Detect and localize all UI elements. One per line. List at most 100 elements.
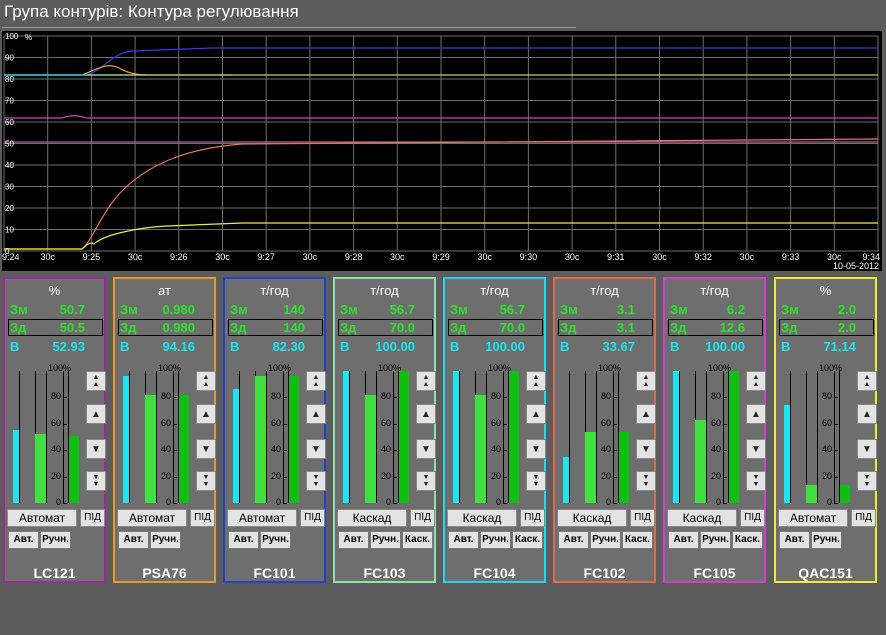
step-up-button[interactable]: ▲ — [306, 404, 326, 424]
mode-button[interactable]: Автомат — [117, 509, 187, 527]
setpoint-input[interactable]: Зд 3.1 — [558, 319, 653, 336]
auto-button[interactable]: Авт. — [118, 531, 149, 549]
step-up-fast-button[interactable]: ▲ ▲ — [746, 371, 766, 391]
scale-tick — [503, 476, 507, 478]
pid-button[interactable]: ПІД — [851, 509, 876, 527]
step-up-fast-button[interactable]: ▲ ▲ — [416, 371, 436, 391]
step-up-button[interactable]: ▲ — [86, 404, 106, 424]
step-up-fast-button[interactable]: ▲ ▲ — [306, 371, 326, 391]
step-down-fast-button[interactable]: ▼ ▼ — [416, 471, 436, 491]
scale-tick — [173, 503, 177, 504]
auto-button[interactable]: Авт. — [338, 531, 369, 549]
mode-button[interactable]: Каскад — [667, 509, 737, 527]
double-down-icon: ▼ ▼ — [532, 474, 540, 488]
v-label: В — [781, 339, 791, 354]
auto-button[interactable]: Авт. — [668, 531, 699, 549]
scale-tick-label: 80 — [50, 391, 61, 402]
auto-button[interactable]: Авт. — [8, 531, 39, 549]
scale-tick-label: 0 — [385, 497, 391, 507]
manual-button[interactable]: Ручн. — [480, 531, 511, 549]
units-label: т/год — [370, 283, 399, 298]
mode-button[interactable]: Автомат — [7, 509, 77, 527]
mode-button[interactable]: Каскад — [557, 509, 627, 527]
x-tick-label: 30с — [565, 252, 580, 262]
double-down-icon: ▼ ▼ — [202, 474, 210, 488]
step-up-fast-button[interactable]: ▲ ▲ — [857, 371, 877, 391]
auto-button[interactable]: Авт. — [228, 531, 259, 549]
mode-button[interactable]: Каскад — [337, 509, 407, 527]
step-down-fast-button[interactable]: ▼ ▼ — [636, 471, 656, 491]
cascade-button[interactable]: Каск. — [402, 531, 433, 549]
manual-button[interactable]: Ручн. — [260, 531, 291, 549]
scale-tick-label: 60 — [710, 417, 721, 428]
scale-tick — [834, 423, 838, 425]
setpoint-input[interactable]: Зд 70.0 — [338, 319, 433, 336]
zm-value: 0.980 — [162, 302, 195, 317]
step-up-fast-button[interactable]: ▲ ▲ — [86, 371, 106, 391]
scale-tick-label: 40 — [160, 444, 171, 455]
step-down-fast-button[interactable]: ▼ ▼ — [86, 471, 106, 491]
step-up-button[interactable]: ▲ — [746, 404, 766, 424]
step-down-button[interactable]: ▼ — [416, 439, 436, 459]
step-down-fast-button[interactable]: ▼ ▼ — [746, 471, 766, 491]
pid-button[interactable]: ПІД — [300, 509, 325, 527]
step-down-button[interactable]: ▼ — [306, 439, 326, 459]
step-down-button[interactable]: ▼ — [196, 439, 216, 459]
scale-tick-label: 60 — [821, 417, 832, 428]
auto-button[interactable]: Авт. — [779, 531, 810, 549]
x-tick-label: 9:30 — [520, 252, 538, 262]
mode-button[interactable]: Автомат — [778, 509, 848, 527]
setpoint-input[interactable]: Зд 70.0 — [448, 319, 543, 336]
step-down-fast-button[interactable]: ▼ ▼ — [196, 471, 216, 491]
step-down-button[interactable]: ▼ — [857, 439, 877, 459]
step-up-button[interactable]: ▲ — [196, 404, 216, 424]
step-up-fast-button[interactable]: ▲ ▲ — [636, 371, 656, 391]
pid-button[interactable]: ПІД — [630, 509, 655, 527]
v-value: 100.00 — [705, 339, 745, 354]
step-down-button[interactable]: ▼ — [636, 439, 656, 459]
double-down-icon: ▼ ▼ — [312, 474, 320, 488]
scale-axis — [173, 371, 174, 503]
step-up-button[interactable]: ▲ — [636, 404, 656, 424]
step-up-button[interactable]: ▲ — [416, 404, 436, 424]
scale-tick — [393, 450, 397, 452]
mode-button[interactable]: Каскад — [447, 509, 517, 527]
manual-button[interactable]: Ручн. — [370, 531, 401, 549]
manual-button[interactable]: Ручн. — [150, 531, 181, 549]
setpoint-input[interactable]: Зд 50.5 — [8, 319, 103, 336]
cascade-button[interactable]: Каск. — [732, 531, 763, 549]
step-down-button[interactable]: ▼ — [86, 439, 106, 459]
step-up-fast-button[interactable]: ▲ ▲ — [196, 371, 216, 391]
zm-label: Зм — [340, 302, 358, 317]
setpoint-input[interactable]: Зд 2.0 — [779, 319, 874, 336]
loop-panel-lc121: % Зм 50.7 Зд 50.5 В 52.93 100% 80 60 40 20 0 ▲ ▲ ▲ ▼ ▼ ▼ Ав… — [3, 277, 106, 583]
manual-button[interactable]: Ручн. — [590, 531, 621, 549]
step-down-fast-button[interactable]: ▼ ▼ — [306, 471, 326, 491]
manual-button[interactable]: Ручн. — [40, 531, 71, 549]
pid-button[interactable]: ПІД — [190, 509, 215, 527]
bar-gauges: 100% 80 60 40 20 0 ▲ ▲ ▲ ▼ ▼ ▼ — [445, 355, 548, 507]
mode-button[interactable]: Автомат — [227, 509, 297, 527]
step-down-fast-button[interactable]: ▼ ▼ — [526, 471, 546, 491]
pid-button[interactable]: ПІД — [410, 509, 435, 527]
step-down-button[interactable]: ▼ — [526, 439, 546, 459]
setpoint-input[interactable]: Зд 140 — [228, 319, 323, 336]
cascade-button[interactable]: Каск. — [512, 531, 543, 549]
pid-button[interactable]: ПІД — [520, 509, 545, 527]
manual-button[interactable]: Ручн. — [811, 531, 842, 549]
setpoint-input[interactable]: Зд 0.980 — [118, 319, 213, 336]
setpoint-input[interactable]: Зд 12.6 — [668, 319, 763, 336]
auto-button[interactable]: Авт. — [448, 531, 479, 549]
auto-button[interactable]: Авт. — [558, 531, 589, 549]
cascade-button[interactable]: Каск. — [622, 531, 653, 549]
manual-button[interactable]: Ручн. — [700, 531, 731, 549]
step-up-fast-button[interactable]: ▲ ▲ — [526, 371, 546, 391]
x-tick-label: 9:24 — [2, 252, 20, 262]
setpoint-bar-fill — [695, 419, 706, 503]
pid-button[interactable]: ПІД — [740, 509, 765, 527]
pid-button[interactable]: ПІД — [80, 509, 105, 527]
step-up-button[interactable]: ▲ — [526, 404, 546, 424]
step-down-fast-button[interactable]: ▼ ▼ — [857, 471, 877, 491]
step-up-button[interactable]: ▲ — [857, 404, 877, 424]
step-down-button[interactable]: ▼ — [746, 439, 766, 459]
